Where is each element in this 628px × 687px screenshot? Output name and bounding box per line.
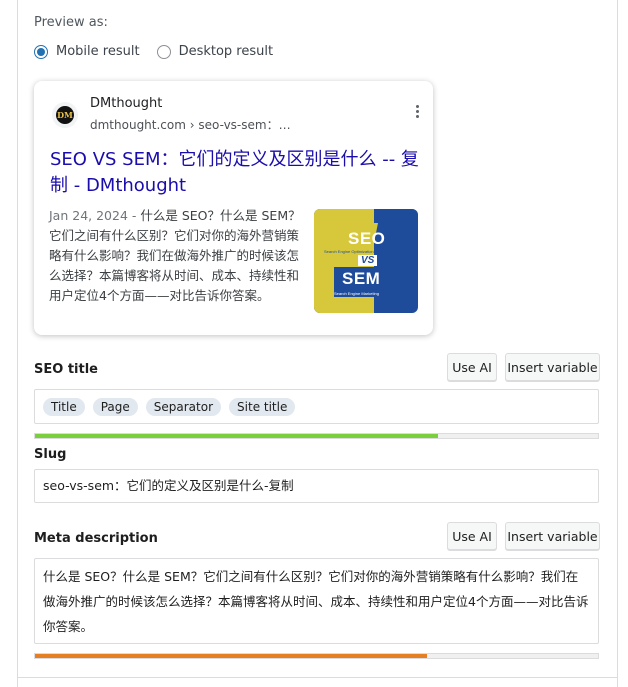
radio-unchecked-icon[interactable]	[156, 44, 171, 59]
serp-breadcrumb-url: dmthought.com › seo-vs-sem：…	[90, 118, 291, 132]
chip-page[interactable]: Page	[92, 397, 138, 416]
serp-thumbnail-image: SEO Search Engine Optimization VS SEM Se…	[314, 209, 418, 313]
radio-checked-icon[interactable]	[34, 44, 48, 59]
serp-result-title[interactable]: SEO VS SEM：它们的定义及区别是什么 -- 复制 - DMthought	[50, 147, 422, 199]
seo-title-variable-chips: Title Page Separator Site title	[35, 390, 598, 423]
thumb-sem-text: SEM	[342, 269, 381, 288]
desktop-result-radio[interactable]: Desktop result	[156, 44, 274, 59]
chip-separator[interactable]: Separator	[145, 397, 222, 416]
slug-label: Slug	[34, 447, 67, 462]
meta-use-ai-button[interactable]: Use AI	[447, 522, 497, 550]
seo-title-use-ai-button[interactable]: Use AI	[447, 353, 497, 381]
seo-title-length-progress	[34, 433, 599, 439]
meta-description-textarea[interactable]: 什么是 SEO？什么是 SEM？它们之间有什么区别？它们对你的海外营销策略有什么…	[34, 558, 599, 644]
slug-value[interactable]: seo-vs-sem：它们的定义及区别是什么-复制	[35, 470, 598, 502]
mobile-result-label[interactable]: Mobile result	[56, 44, 140, 59]
preview-mode-radio-group: Mobile result Desktop result	[34, 44, 290, 59]
more-options-icon[interactable]	[415, 105, 419, 118]
chip-title[interactable]: Title	[43, 397, 85, 416]
mobile-result-radio[interactable]: Mobile result	[34, 44, 140, 59]
serp-date: Jan 24, 2024	[49, 208, 128, 223]
chip-site-title[interactable]: Site title	[229, 397, 296, 416]
preview-label: Preview as:	[34, 15, 108, 30]
thumb-vs-text: VS	[358, 255, 378, 266]
desktop-result-label[interactable]: Desktop result	[179, 44, 274, 59]
seo-title-input[interactable]: Title Page Separator Site title	[34, 389, 599, 424]
serp-preview-card: DM DMthought dmthought.com › seo-vs-sem：…	[34, 81, 433, 335]
site-favicon-icon: DM	[52, 102, 78, 128]
meta-description-value[interactable]: 什么是 SEO？什么是 SEM？它们之间有什么区别？它们对你的海外营销策略有什么…	[35, 559, 598, 644]
seo-title-insert-variable-button[interactable]: Insert variable	[505, 353, 600, 381]
thumb-small-top: Search Engine Optimization	[324, 249, 374, 254]
meta-description-progress-fill	[35, 654, 428, 658]
serp-snippet: Jan 24, 2024 - 什么是 SEO？什么是 SEM？它们之间有什么区别…	[49, 206, 305, 306]
slug-input[interactable]: seo-vs-sem：它们的定义及区别是什么-复制	[34, 469, 599, 503]
thumb-small-bottom: Search Engine Marketing	[334, 291, 379, 296]
thumb-seo-text: SEO	[348, 229, 386, 248]
meta-insert-variable-button[interactable]: Insert variable	[505, 522, 600, 550]
seo-title-label: SEO title	[34, 362, 98, 377]
divider	[17, 677, 617, 678]
serp-date-separator: -	[127, 208, 141, 223]
seo-title-progress-fill	[35, 434, 438, 438]
meta-description-label: Meta description	[34, 531, 158, 546]
serp-site-name: DMthought	[90, 96, 163, 111]
meta-description-length-progress	[34, 653, 599, 659]
